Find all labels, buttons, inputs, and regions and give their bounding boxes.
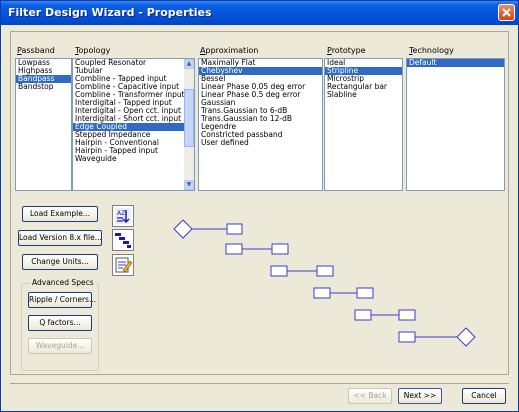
output-port-diamond	[456, 327, 476, 347]
approximation-label: Approximation	[200, 46, 259, 55]
change-units-button[interactable]: Change Units...	[22, 254, 98, 270]
resonator-3a	[270, 265, 288, 277]
staircase-button[interactable]	[112, 229, 134, 251]
technology-list[interactable]: Default	[406, 58, 505, 191]
wizard-window: Filter Design Wizard - Properties Passba…	[0, 0, 519, 412]
close-icon	[502, 8, 511, 17]
q-factors-button[interactable]: Q factors...	[28, 315, 92, 331]
back-button[interactable]: << Back	[348, 388, 392, 404]
sort-icon: AZ	[115, 208, 131, 224]
cancel-button[interactable]: Cancel	[462, 388, 506, 404]
waveguide-button[interactable]: Waveguide...	[28, 338, 92, 354]
resonator-2a	[225, 243, 243, 255]
ripple-corners-button[interactable]: Ripple / Corners...	[28, 292, 96, 308]
list-item[interactable]: Default	[407, 59, 504, 67]
load-version-button[interactable]: Load Version 8.x file...	[18, 230, 102, 246]
resonator-1	[226, 223, 243, 235]
scroll-up-icon[interactable]: ▲	[184, 59, 194, 69]
list-item[interactable]: Bandstop	[16, 83, 71, 91]
resonator-4a	[313, 287, 331, 299]
resonator-2b	[271, 243, 289, 255]
load-example-button[interactable]: Load Example...	[22, 206, 98, 222]
resonator-6	[398, 331, 416, 343]
close-button[interactable]	[498, 4, 515, 21]
resonator-5a	[354, 309, 372, 321]
scroll-thumb[interactable]	[184, 89, 194, 147]
list-item[interactable]: User defined	[199, 139, 322, 147]
svg-text:AZ: AZ	[117, 210, 125, 217]
topology-scrollbar[interactable]: ▲ ▼	[184, 59, 194, 190]
list-item[interactable]: Slabline	[325, 91, 402, 99]
technology-label: Technology	[409, 46, 454, 55]
sort-button[interactable]: AZ	[112, 205, 134, 227]
prototype-label: Prototype	[327, 46, 366, 55]
prototype-list[interactable]: Ideal Stripline Microstrip Rectangular bar S…	[324, 58, 403, 191]
approximation-list[interactable]: Maximally Flat Chebyshev Bessel Linear Phas…	[198, 58, 323, 191]
edit-button[interactable]	[112, 254, 134, 276]
edit-icon	[115, 257, 133, 273]
title-bar[interactable]: Filter Design Wizard - Properties	[1, 1, 518, 25]
topology-label: Topology	[75, 46, 111, 55]
next-button[interactable]: Next >>	[398, 388, 442, 404]
footer-divider	[10, 383, 509, 384]
resonator-5b	[398, 309, 416, 321]
resonator-4b	[356, 287, 374, 299]
topology-list[interactable]: Coupled Resonator Tubular Combline - Tappe…	[72, 58, 195, 191]
window-title: Filter Design Wizard - Properties	[8, 6, 212, 19]
input-port-diamond	[173, 219, 193, 239]
list-item[interactable]: Waveguide	[73, 155, 194, 163]
passband-label: Passband	[17, 46, 55, 55]
staircase-icon	[115, 233, 131, 248]
scroll-down-icon[interactable]: ▼	[184, 180, 194, 190]
advanced-specs-legend: Advanced Specs	[30, 278, 96, 287]
filter-schematic	[173, 219, 476, 347]
passband-list[interactable]: Lowpass Highpass Bandpass Bandstop	[15, 58, 72, 191]
resonator-3b	[316, 265, 334, 277]
